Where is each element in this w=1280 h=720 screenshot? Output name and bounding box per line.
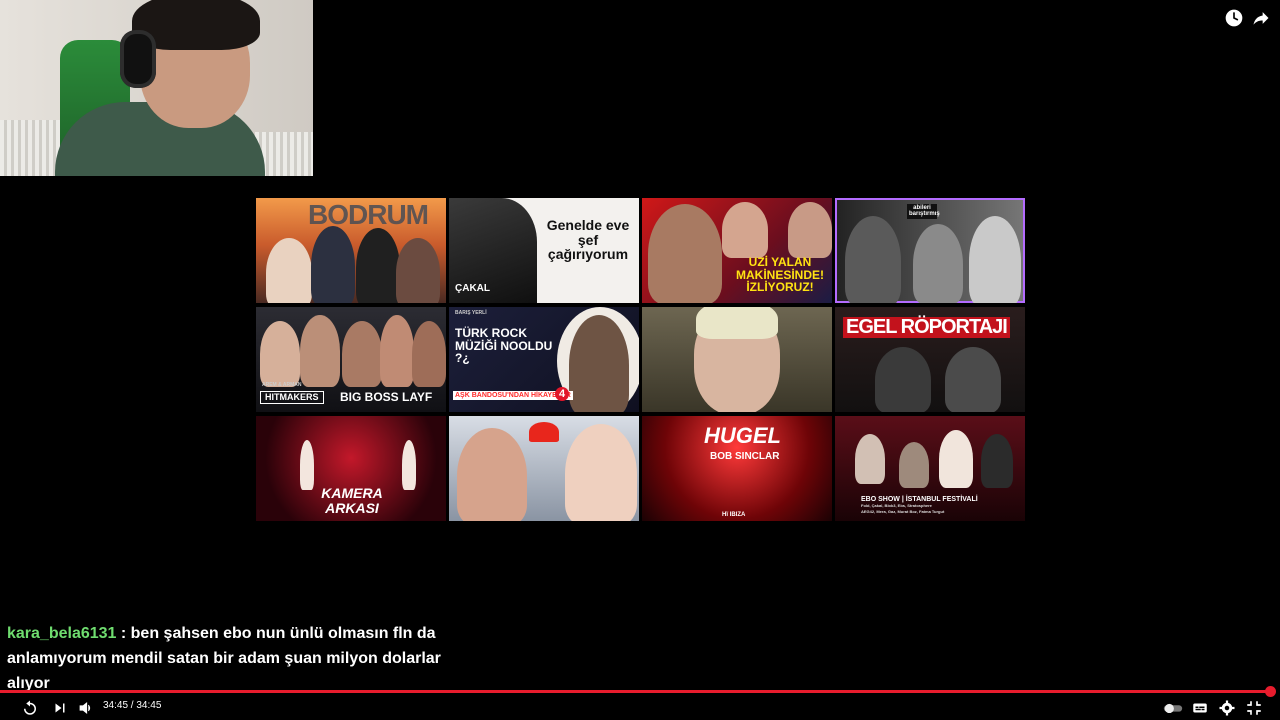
thumbnail-title: BODRUM: [308, 199, 429, 230]
watch-later-icon[interactable]: [1224, 8, 1244, 28]
thumbnail-reaction-mansion[interactable]: [449, 416, 639, 521]
next-icon[interactable]: [51, 699, 69, 717]
thumbnail-title: EGEL RÖPORTAJI: [843, 317, 1010, 338]
time-total: 34:45: [136, 700, 162, 711]
volume-icon[interactable]: [77, 699, 95, 717]
thumbnail-title: Genelde eve şef çağırıyorum: [546, 217, 630, 263]
thumbnail-title: TÜRK ROCK MÜZİĞİ NOOLDU ?¿: [455, 326, 553, 366]
captions-icon[interactable]: [1191, 699, 1209, 717]
player-controls: 34:45 / 34:45: [0, 696, 1280, 720]
webcam-headset: [120, 30, 156, 88]
thumbnail-abileri-baristirmis[interactable]: abileri barıştırmış: [835, 198, 1025, 303]
thumbnail-hugel-bob-sinclar[interactable]: HUGEL BOB SINCLAR Hï IBIZA: [642, 416, 832, 521]
thumbnail-episode-number: 4: [555, 387, 569, 401]
webcam-radiator: [0, 120, 60, 176]
thumbnail-cakal[interactable]: Genelde eve şef çağırıyorum ÇAKAL: [449, 198, 639, 303]
webcam-feed: [0, 0, 313, 176]
chat-username: kara_bela6131: [7, 625, 117, 642]
chat-message: kara_bela6131 : ben şahsen ebo nun ünlü …: [7, 621, 447, 696]
thumbnail-kamera-arkasi[interactable]: KAMERA ARKASI: [256, 416, 446, 521]
thumbnail-brand: BARIŞ YERLİ: [455, 310, 487, 316]
thumbnail-badge: abileri barıştırmış: [907, 204, 940, 219]
thumbnail-egel-roportaji[interactable]: EGEL RÖPORTAJI: [835, 307, 1025, 412]
thumbnail-title: BIG BOSS LAYF: [340, 390, 433, 404]
thumbnail-subtitle: Fold, Çakal, Blok3, Ebs, Stratosphere: [861, 503, 932, 508]
thumbnail-brand: Hï IBIZA: [722, 512, 746, 518]
thumbnail-subtitle: HITMAKERS: [260, 391, 324, 405]
settings-icon[interactable]: [1218, 699, 1236, 717]
time-current: 34:45: [103, 700, 129, 711]
thumbnail-selfie-video[interactable]: [642, 307, 832, 412]
thumbnail-ebo-show[interactable]: EBO SHOW | İSTANBUL FESTİVALİ Fold, Çaka…: [835, 416, 1025, 521]
autoplay-toggle-icon[interactable]: [1162, 699, 1184, 717]
thumbnail-turk-rock-muzigi[interactable]: BARIŞ YERLİ TÜRK ROCK MÜZİĞİ NOOLDU ?¿ A…: [449, 307, 639, 412]
time-display: 34:45 / 34:45: [103, 700, 161, 711]
exit-fullscreen-icon[interactable]: [1245, 699, 1263, 717]
thumbnail-uzi-lie-detector[interactable]: UZİ YALAN MAKİNESİNDE! İZLİYORUZ!: [642, 198, 832, 303]
progress-bar[interactable]: [0, 690, 1270, 693]
thumbnail-hitmakers-big-boss-layf[interactable]: AREM & ARMAN HITMAKERS BIG BOSS LAYF: [256, 307, 446, 412]
video-thumbnail-grid: BODRUM Genelde eve şef çağırıyorum ÇAKAL…: [256, 198, 1025, 523]
thumbnail-title: UZİ YALAN MAKİNESİNDE! İZLİYORUZ!: [735, 255, 824, 295]
thumbnail-subtitle-small: AREM & ARMAN: [262, 382, 302, 388]
thumbnail-subtitle: ÇAKAL: [455, 283, 490, 294]
replay-icon[interactable]: [21, 699, 39, 717]
thumbnail-title: HUGEL: [704, 423, 781, 448]
thumbnail-subtitle-small: AEG42, Mera, Gaz, Murat Boz, Fatma Turgu…: [861, 509, 945, 514]
thumbnail-title: KAMERA ARKASI: [321, 485, 383, 516]
thumbnail-subtitle: BOB SINCLAR: [710, 451, 780, 462]
share-icon[interactable]: [1251, 8, 1271, 28]
chat-separator: :: [116, 625, 131, 642]
thumbnail-bodrum[interactable]: BODRUM: [256, 198, 446, 303]
